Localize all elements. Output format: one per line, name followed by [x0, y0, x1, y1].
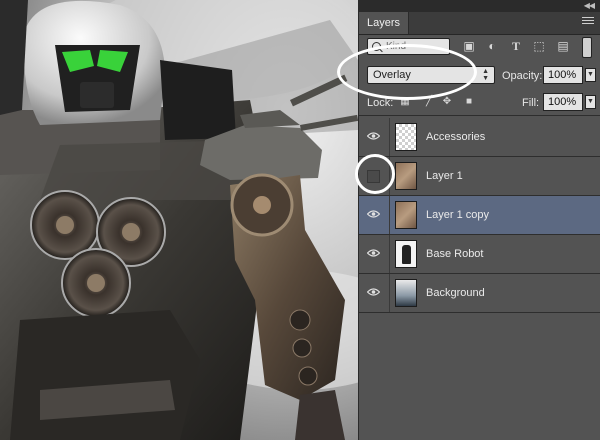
panel-top-bar: ◀◀: [359, 0, 600, 12]
eye-icon: [367, 288, 380, 296]
visibility-toggle[interactable]: [359, 274, 390, 312]
layers-panel: ◀◀ Layers Kind ▣ ◐ T ⬚ ▤ Overlay ▲ ▼ Opac…: [337, 0, 600, 440]
filter-kind-value: Kind: [386, 41, 407, 52]
layer-name: Background: [426, 287, 485, 299]
opacity-label: Opacity:: [502, 70, 543, 82]
visibility-toggle[interactable]: [359, 196, 390, 234]
fill-dropdown-button[interactable]: ▼: [585, 95, 596, 109]
opacity-dropdown-button[interactable]: ▼: [585, 68, 596, 82]
document-canvas[interactable]: [0, 0, 358, 440]
fill-input[interactable]: 100%: [543, 93, 583, 111]
robot-artwork: [0, 0, 358, 440]
image-filter-icon[interactable]: ▣: [461, 38, 477, 54]
lock-all-icon[interactable]: ■: [463, 96, 475, 108]
visibility-toggle[interactable]: [359, 235, 390, 273]
lock-position-icon[interactable]: ✥: [441, 96, 453, 108]
type-filter-icon[interactable]: T: [508, 38, 524, 54]
visibility-toggle[interactable]: [359, 118, 390, 156]
blend-mode-value: Overlay: [373, 69, 411, 81]
chevron-updown-icon: ▲ ▼: [482, 68, 489, 82]
opacity-input[interactable]: 100%: [543, 66, 583, 84]
layer-filter-row: Kind ▣ ◐ T ⬚ ▤: [359, 34, 600, 60]
smart-object-filter-icon[interactable]: ▤: [555, 38, 571, 54]
layer-row[interactable]: Background: [359, 274, 600, 313]
layer-thumbnail[interactable]: [395, 240, 417, 268]
lock-row: Lock: ▦ ╱ ✥ ■ Fill: 100% ▼: [359, 88, 600, 116]
hidden-visibility-box: [367, 170, 380, 183]
blend-mode-select[interactable]: Overlay ▲ ▼: [367, 66, 495, 84]
layer-name: Layer 1: [426, 170, 463, 182]
layer-list: Accessories Layer 1 Layer 1 copy Base Robot…: [359, 118, 600, 313]
fill-label: Fill:: [522, 97, 540, 109]
tab-layers[interactable]: Layers: [359, 12, 410, 34]
layer-row[interactable]: Base Robot: [359, 235, 600, 274]
layer-thumbnail[interactable]: [395, 123, 417, 151]
eye-icon: [367, 210, 380, 218]
layer-row[interactable]: Layer 1 copy: [359, 196, 600, 235]
layer-row[interactable]: Layer 1: [359, 157, 600, 196]
layer-thumbnail[interactable]: [395, 162, 417, 190]
layer-name: Accessories: [426, 131, 486, 143]
layer-name: Base Robot: [426, 248, 484, 260]
layer-row[interactable]: Accessories: [359, 118, 600, 157]
lock-image-icon[interactable]: ╱: [423, 96, 435, 108]
layer-name: Layer 1 copy: [426, 209, 489, 221]
adjustment-filter-icon[interactable]: ◐: [484, 38, 500, 54]
filter-toggle[interactable]: [582, 37, 592, 58]
visibility-toggle[interactable]: [359, 157, 390, 195]
blend-row: Overlay ▲ ▼ Opacity: 100% ▼: [359, 60, 600, 88]
collapse-panel-icon[interactable]: ◀◀: [584, 1, 595, 10]
eye-icon: [367, 249, 380, 257]
panel-menu-icon[interactable]: [582, 17, 594, 27]
layer-thumbnail[interactable]: [395, 201, 417, 229]
lock-label: Lock:: [367, 97, 394, 109]
shape-filter-icon[interactable]: ⬚: [531, 38, 547, 54]
eye-icon: [367, 132, 380, 140]
layer-thumbnail[interactable]: [395, 279, 417, 307]
filter-kind-select[interactable]: Kind: [367, 38, 450, 55]
panel-tab-strip: Layers: [359, 12, 600, 35]
lock-transparent-icon[interactable]: ▦: [399, 96, 411, 108]
search-icon: [372, 42, 381, 51]
